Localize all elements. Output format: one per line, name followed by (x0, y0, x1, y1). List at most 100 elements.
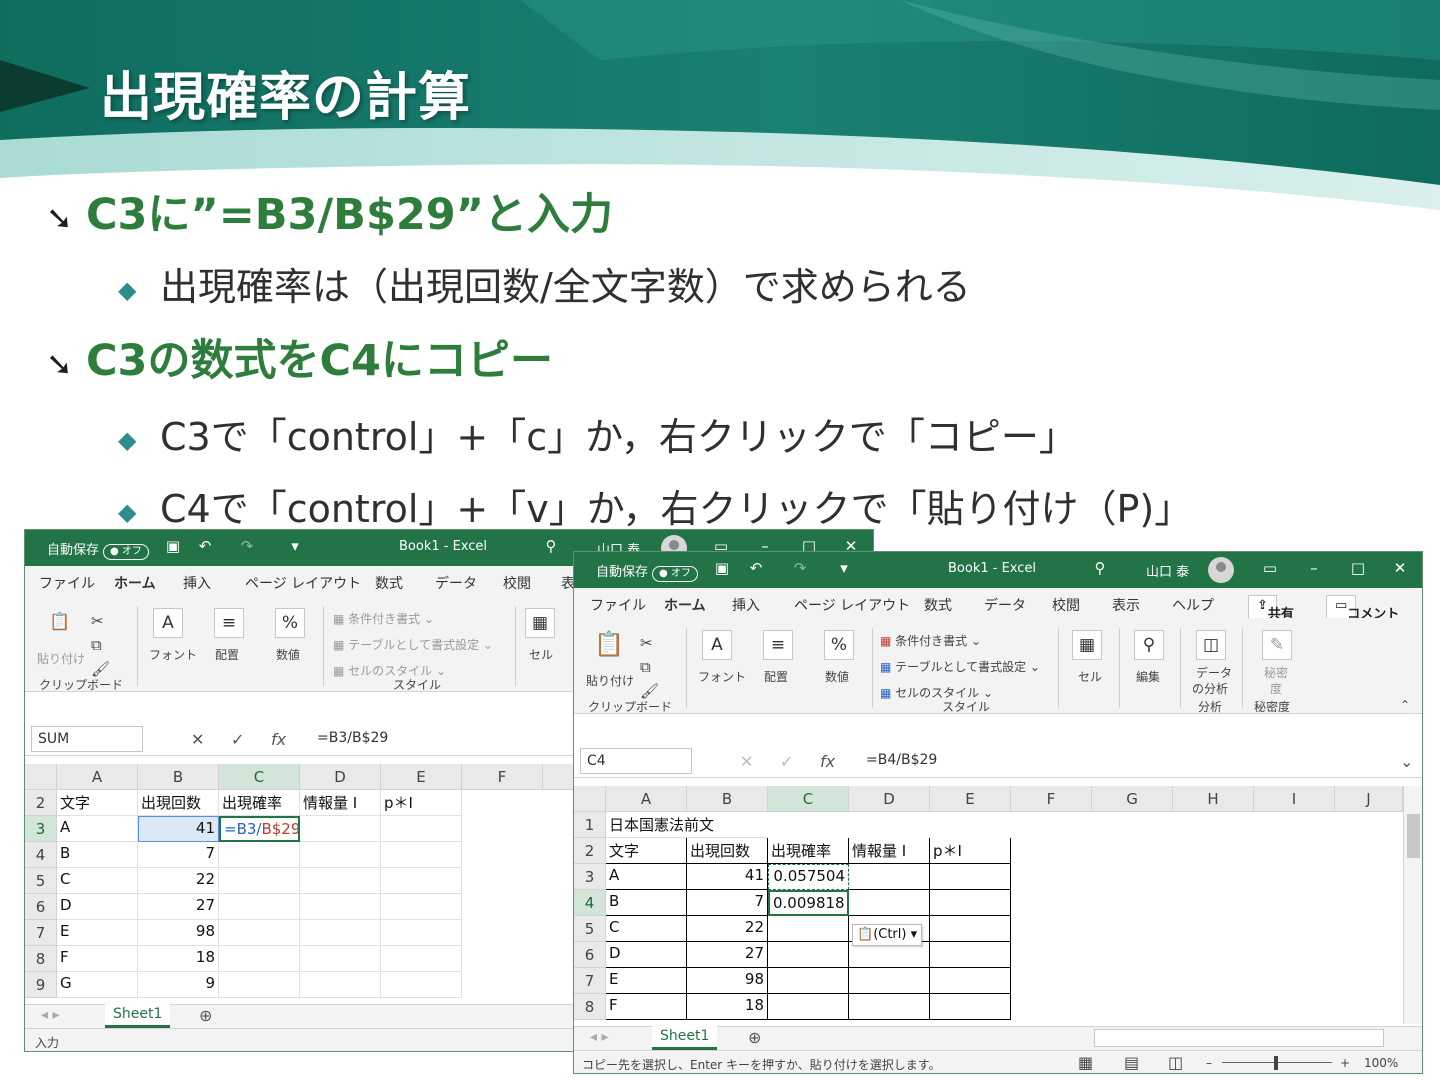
cell[interactable] (768, 968, 849, 994)
cell[interactable] (219, 946, 300, 972)
maximize-icon[interactable]: □ (1350, 560, 1366, 576)
cell[interactable] (930, 968, 1011, 994)
cell[interactable] (219, 920, 300, 946)
cell[interactable]: D (57, 894, 138, 920)
number-button[interactable]: 数値 (825, 668, 849, 685)
customize-qat-icon[interactable]: ▾ (287, 538, 303, 554)
cell[interactable]: 7 (138, 842, 219, 868)
column-header[interactable]: C (219, 764, 300, 790)
cell[interactable] (219, 868, 300, 894)
cell[interactable] (381, 816, 462, 842)
alignment-icon[interactable]: ≡ (763, 630, 793, 660)
cell[interactable] (849, 890, 930, 916)
cell[interactable]: p＊I (381, 790, 462, 816)
cell[interactable] (300, 842, 381, 868)
cell[interactable] (300, 946, 381, 972)
tab-review[interactable]: 校閲 (503, 573, 531, 593)
cell[interactable]: 情報量 I (849, 838, 930, 864)
close-icon[interactable]: ✕ (1392, 560, 1408, 576)
save-icon[interactable]: ▣ (165, 538, 181, 554)
cell[interactable] (768, 942, 849, 968)
cell[interactable]: 文字 (606, 838, 687, 864)
cell[interactable] (381, 842, 462, 868)
copy-icon[interactable]: ⧉ (91, 636, 102, 654)
cell[interactable]: 文字 (57, 790, 138, 816)
cell[interactable]: G (57, 972, 138, 998)
sensitivity-button[interactable]: 秘密 (1264, 664, 1288, 681)
normal-view-icon[interactable]: ▦ (1078, 1053, 1093, 1072)
cut-icon[interactable]: ✂ (91, 612, 104, 630)
font-icon[interactable]: A (153, 608, 183, 638)
tab-page-layout[interactable]: ページ レイアウト (245, 573, 361, 593)
add-sheet-icon[interactable]: ⊕ (199, 1006, 212, 1025)
undo-icon[interactable]: ↶ (748, 560, 764, 576)
sheet-tab[interactable]: Sheet1 (105, 1004, 171, 1028)
format-as-table-button[interactable]: ▦ テーブルとして書式設定 ⌄ (333, 636, 493, 653)
cell[interactable] (381, 920, 462, 946)
column-header[interactable]: J (1335, 786, 1403, 812)
conditional-format-button[interactable]: ▦ 条件付き書式 ⌄ (880, 632, 981, 649)
name-box[interactable]: SUM (31, 726, 143, 752)
cell[interactable] (381, 894, 462, 920)
select-all-corner[interactable] (574, 786, 606, 812)
cell[interactable]: p＊I (930, 838, 1011, 864)
insert-function-icon[interactable]: fx (820, 752, 835, 771)
alignment-button[interactable]: 配置 (215, 646, 239, 663)
cell[interactable] (381, 972, 462, 998)
alignment-button[interactable]: 配置 (764, 668, 788, 685)
column-header[interactable]: E (930, 786, 1011, 812)
zoom-level[interactable]: 100% (1364, 1056, 1398, 1070)
cell[interactable] (930, 994, 1011, 1020)
name-box[interactable]: C4 (580, 748, 692, 774)
ribbon-display-icon[interactable]: ▭ (1262, 560, 1278, 576)
share-button[interactable]: ⇪ 共有 (1248, 595, 1294, 622)
cell[interactable] (300, 816, 381, 842)
row-header[interactable]: 8 (25, 946, 57, 972)
cells-icon[interactable]: ▦ (525, 608, 555, 638)
autosave-toggle[interactable]: ● オフ (652, 566, 698, 582)
cell[interactable]: 9 (138, 972, 219, 998)
cell[interactable]: 7 (687, 890, 768, 916)
page-layout-view-icon[interactable]: ▤ (1124, 1053, 1139, 1072)
column-header[interactable]: C (768, 786, 849, 812)
column-header[interactable]: F (1011, 786, 1092, 812)
tab-page-layout[interactable]: ページ レイアウト (794, 595, 910, 615)
collapse-ribbon-icon[interactable]: ⌃ (1400, 698, 1410, 712)
font-button[interactable]: フォント (149, 646, 197, 663)
sensitivity-icon[interactable]: ✎ (1262, 630, 1292, 660)
minimize-icon[interactable]: – (1306, 560, 1322, 576)
cell[interactable] (300, 868, 381, 894)
cells-button[interactable]: セル (529, 646, 553, 663)
cell[interactable] (930, 942, 1011, 968)
paste-button[interactable]: 貼り付け (37, 650, 85, 667)
prev-sheet-icon[interactable]: ◂ ▸ (41, 1007, 60, 1023)
column-header[interactable]: I (1254, 786, 1335, 812)
search-icon[interactable]: ⚲ (1092, 560, 1108, 576)
row-header[interactable]: 3 (25, 816, 57, 842)
cell[interactable]: 出現確率 (768, 838, 849, 864)
cell[interactable]: 22 (138, 868, 219, 894)
row-header[interactable]: 3 (574, 864, 606, 890)
column-header[interactable]: D (849, 786, 930, 812)
cell[interactable]: B (57, 842, 138, 868)
font-button[interactable]: フォント (698, 668, 746, 685)
cell-c3-copied[interactable]: 0.057504 (768, 864, 849, 890)
row-header[interactable]: 9 (25, 972, 57, 998)
cell[interactable]: 27 (687, 942, 768, 968)
percent-icon[interactable]: % (275, 608, 305, 638)
paste-icon[interactable]: 📋 (45, 608, 75, 638)
column-header[interactable]: A (606, 786, 687, 812)
tab-data[interactable]: データ (984, 595, 1026, 615)
find-icon[interactable]: ⚲ (1134, 630, 1164, 660)
cells-button[interactable]: セル (1078, 668, 1102, 685)
zoom-slider-thumb[interactable] (1274, 1056, 1278, 1070)
format-as-table-button[interactable]: ▦ テーブルとして書式設定 ⌄ (880, 658, 1040, 675)
autosave-toggle[interactable]: ● オフ (103, 544, 149, 560)
tab-data[interactable]: データ (435, 573, 477, 593)
cell[interactable] (768, 916, 849, 942)
row-header[interactable]: 4 (574, 890, 606, 916)
editing-button[interactable]: 編集 (1136, 668, 1160, 685)
cell-c4-selected[interactable]: 0.009818 (768, 890, 849, 916)
expand-formula-bar-icon[interactable]: ⌄ (1400, 752, 1413, 771)
paste-icon[interactable]: 📋 (594, 630, 624, 660)
